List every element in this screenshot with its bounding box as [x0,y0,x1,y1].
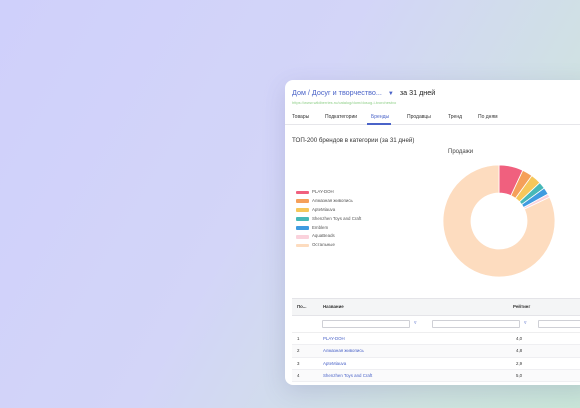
tab-trend[interactable]: Тренд [448,114,462,120]
tab-by-days[interactable]: По дням [478,114,498,120]
row-position: 1 [297,336,300,341]
row-position: 2 [297,348,300,354]
table-filter-row: ▿ ▿ [292,316,580,333]
breadcrumb: Дом / Досуг и творчество... ▼ за 31 дней [292,88,435,97]
tab-brands[interactable]: Бренды [371,114,389,120]
table-row[interactable]: 4 Shenzhen Toys and Craft 5,0 [292,369,580,383]
legend-label: Остальные [312,242,335,248]
chevron-down-icon[interactable]: ▼ [388,91,394,97]
column-header-position[interactable]: По... [297,304,307,309]
filter-icon[interactable]: ▿ [524,320,527,326]
tab-subcategories[interactable]: Подкатегории [325,114,357,120]
legend-label: Shenzhen Toys and Craft [312,215,362,221]
legend-swatch [296,208,309,212]
table-header-row: По... Название Рейтинг [292,298,580,316]
row-rating: 5,0 [516,372,523,378]
section-title: ТОП-200 брендов в категории (за 31 дней) [292,137,415,144]
chart-title: Продажи [448,149,474,155]
brand-link[interactable]: Shenzhen Toys and Craft [323,373,372,378]
category-url-link[interactable]: https://www.wildberries.ru/catalog/dom/d… [292,100,396,105]
brands-table: По... Название Рейтинг ▿ ▿ 1 PLAY-DOH 4,0 2… [292,298,580,385]
filter-icon[interactable]: ▿ [414,320,417,326]
tab-bar: Товары Подкатегории Бренды Продавцы Трен… [285,110,580,125]
breadcrumb-home-link[interactable]: Дом / [292,88,310,97]
rating-filter-input[interactable] [432,320,520,328]
legend-swatch [296,243,309,248]
sales-donut-chart [443,164,555,278]
table-row[interactable]: 2 Алмазная живопись 4,8 [292,345,580,358]
row-rating: 4,8 [516,348,523,354]
table-row[interactable]: 3 ApteMiauva 2,9 [292,358,580,370]
table-row[interactable]: 1 PLAY-DOH 4,0 [292,333,580,346]
brand-link[interactable]: ApteMiauva [323,361,346,366]
legend-label: Emblem [312,224,329,230]
row-position: 4 [297,372,300,378]
period-label: за 31 дней [399,88,436,97]
extra-filter-input[interactable] [538,320,580,328]
column-header-name[interactable]: Название [323,304,344,309]
table-row[interactable]: 5Emblem3,4 [292,382,580,385]
analytics-panel: Дом / Досуг и творчество... ▼ за 31 дней… [285,80,580,385]
legend-swatch [296,190,309,195]
column-header-rating[interactable]: Рейтинг [513,304,530,309]
tab-products[interactable]: Товары [292,114,309,120]
breadcrumb-category-link[interactable]: Досуг и творчество... [312,88,382,97]
row-position: 3 [297,360,300,366]
name-filter-input[interactable] [322,320,410,328]
tab-sellers[interactable]: Продавцы [407,114,431,120]
legend-label: ApteMiauva [312,206,336,212]
legend-label: AquaBeads [312,233,335,239]
legend-swatch [296,217,309,221]
brand-link[interactable]: Алмазная живопись [323,348,364,353]
legend-swatch [296,234,309,239]
brand-link[interactable]: PLAY-DOH [323,336,345,341]
active-tab-indicator [367,123,391,125]
row-rating: 4,0 [516,336,523,341]
row-rating: 2,9 [516,360,523,366]
legend-swatch [296,199,309,203]
legend-swatch [296,226,309,230]
legend-label: Алмазная живопись [312,197,353,203]
legend-label: PLAY-DOH [312,189,334,194]
